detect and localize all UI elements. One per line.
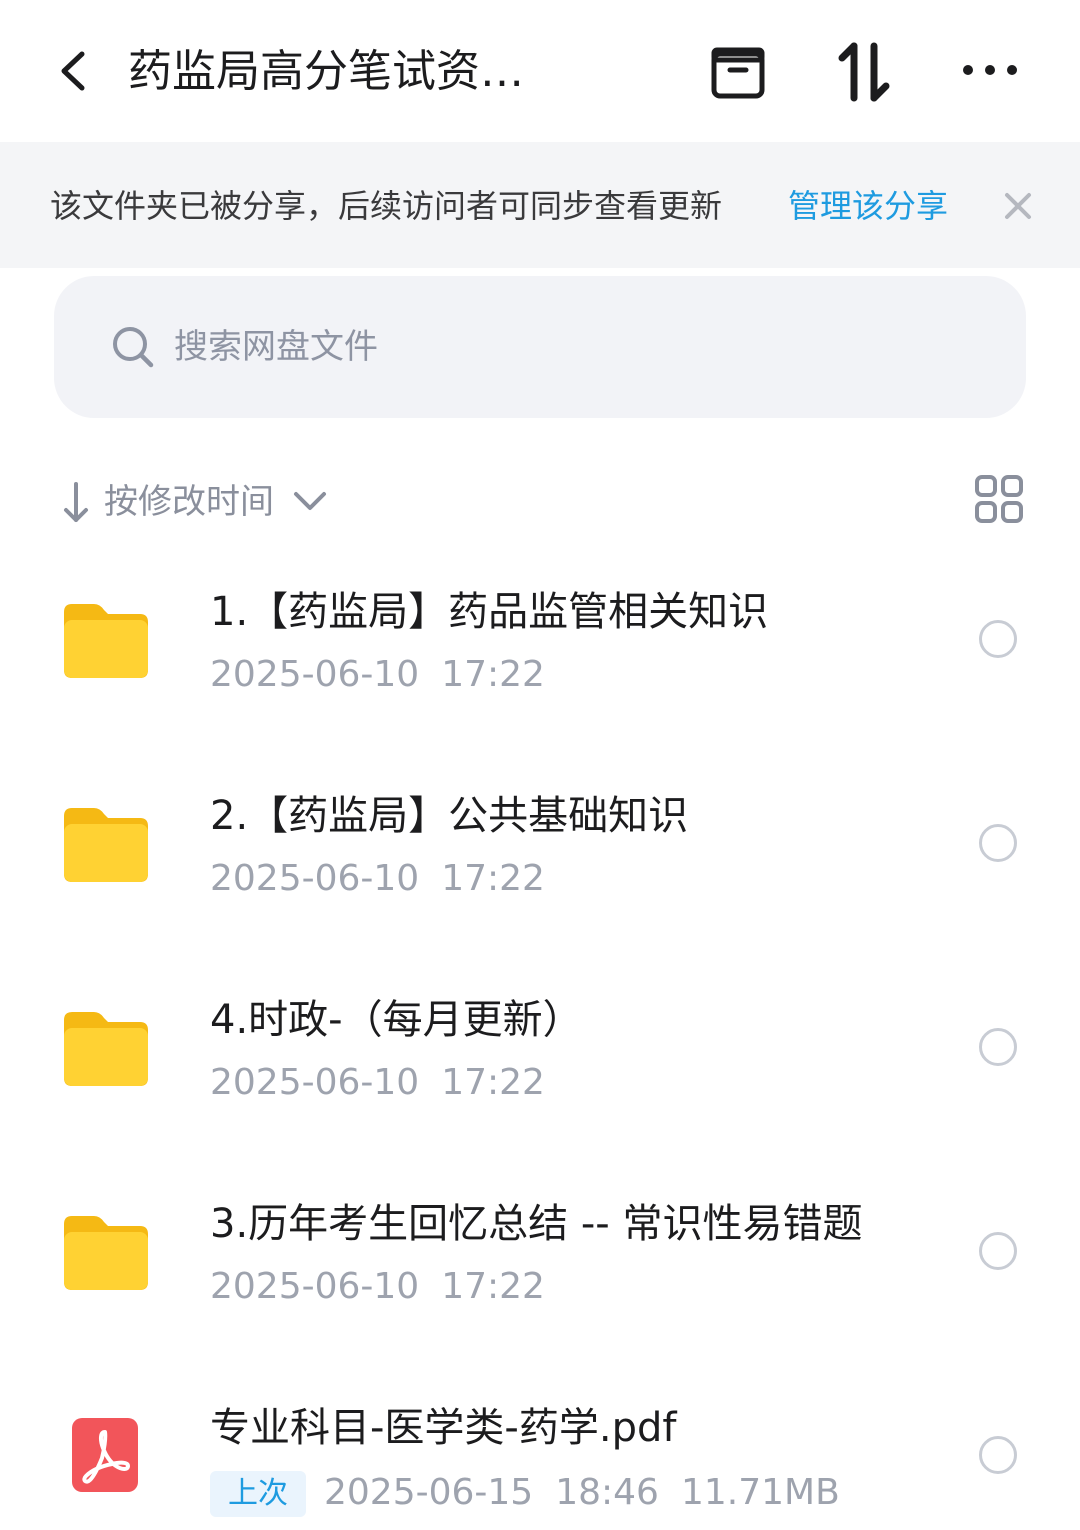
- file-row[interactable]: 专业科目-医学类-药学.pdf 上次 2025-06-15 18:46 11.71MB: [0, 1390, 1080, 1530]
- share-banner: 该文件夹已被分享，后续访问者可同步查看更新 管理该分享: [0, 142, 1080, 268]
- last-opened-badge: 上次: [210, 1471, 306, 1517]
- file-name: 4.时政-（每月更新）: [210, 997, 583, 1043]
- file-time: 17:22: [441, 1062, 545, 1103]
- select-checkbox[interactable]: [979, 1436, 1017, 1474]
- folder-icon: [64, 808, 148, 882]
- file-date: 2025-06-15: [324, 1472, 534, 1513]
- folder-icon: [64, 1012, 148, 1086]
- archive-box-icon[interactable]: [706, 40, 770, 104]
- search-icon: [113, 327, 154, 368]
- arrow-down-icon: [64, 482, 88, 522]
- sort-label: 按修改时间: [104, 482, 274, 522]
- file-meta: 上次 2025-06-15 18:46 11.71MB: [210, 1468, 840, 1518]
- more-dots-icon[interactable]: [958, 40, 1022, 104]
- transfer-sort-icon[interactable]: [832, 40, 896, 104]
- file-name: 1.【药监局】药品监管相关知识: [210, 589, 769, 635]
- share-banner-message: 该文件夹已被分享，后续访问者可同步查看更新: [50, 187, 723, 225]
- file-date: 2025-06-10: [210, 1266, 420, 1307]
- search-input[interactable]: [174, 320, 974, 374]
- file-name: 专业科目-医学类-药学.pdf: [210, 1405, 677, 1451]
- folder-icon: [64, 604, 148, 678]
- file-size: 11.71MB: [680, 1472, 840, 1513]
- top-bar: 药监局高分笔试资…: [0, 0, 1080, 142]
- folder-icon: [64, 1216, 148, 1290]
- file-time: 17:22: [441, 654, 545, 695]
- pdf-icon: [72, 1418, 138, 1492]
- file-time: 17:22: [441, 858, 545, 899]
- file-meta: 2025-06-10 17:22: [210, 1262, 545, 1312]
- file-meta: 2025-06-10 17:22: [210, 1058, 545, 1108]
- file-time: 17:22: [441, 1266, 545, 1307]
- select-checkbox[interactable]: [979, 620, 1017, 658]
- file-row[interactable]: 2.【药监局】公共基础知识 2025-06-10 17:22: [0, 778, 1080, 982]
- file-date: 2025-06-10: [210, 654, 420, 695]
- chevron-left-icon[interactable]: [50, 46, 100, 96]
- file-row[interactable]: 1.【药监局】药品监管相关知识 2025-06-10 17:22: [0, 574, 1080, 778]
- grid-view-icon[interactable]: [974, 474, 1024, 524]
- select-checkbox[interactable]: [979, 824, 1017, 862]
- search-bar[interactable]: [54, 276, 1026, 418]
- file-time: 18:46: [555, 1472, 659, 1513]
- file-name: 3.历年考生回忆总结 -- 常识性易错题: [210, 1201, 863, 1247]
- page-title: 药监局高分笔试资…: [128, 46, 524, 97]
- file-date: 2025-06-10: [210, 858, 420, 899]
- select-checkbox[interactable]: [979, 1028, 1017, 1066]
- file-row[interactable]: 3.历年考生回忆总结 -- 常识性易错题 2025-06-10 17:22: [0, 1186, 1080, 1390]
- select-checkbox[interactable]: [979, 1232, 1017, 1270]
- file-date: 2025-06-10: [210, 1062, 420, 1103]
- file-row[interactable]: 4.时政-（每月更新） 2025-06-10 17:22: [0, 982, 1080, 1186]
- file-meta: 2025-06-10 17:22: [210, 854, 545, 904]
- file-name: 2.【药监局】公共基础知识: [210, 793, 689, 839]
- manage-share-link[interactable]: 管理该分享: [788, 182, 948, 230]
- chevron-down-icon: [294, 492, 326, 510]
- file-meta: 2025-06-10 17:22: [210, 650, 545, 700]
- close-icon[interactable]: [996, 184, 1040, 228]
